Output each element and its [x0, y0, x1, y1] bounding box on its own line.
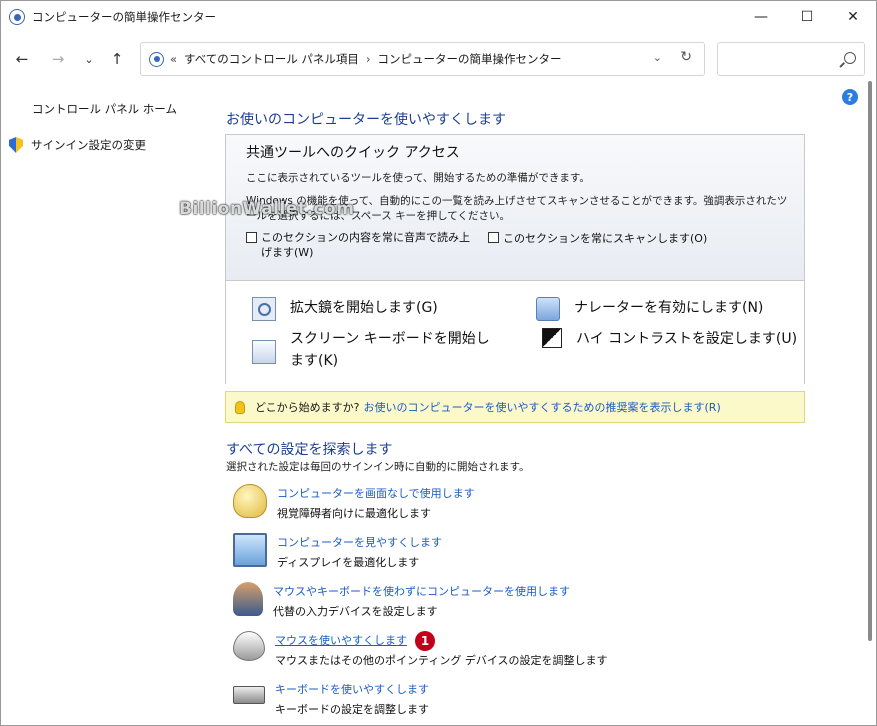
vertical-scrollbar[interactable] — [864, 81, 876, 725]
item-description: 代替の入力デバイスを設定します — [273, 605, 438, 618]
explore-subtitle: 選択された設定は毎回のサインイン時に自動的に開始されます。 — [226, 461, 530, 473]
checkbox-box[interactable] — [246, 232, 257, 243]
list-item: コンピューターを見やすくします ディスプレイを最適化します — [233, 533, 442, 573]
scrollbar-thumb[interactable] — [868, 81, 872, 641]
tool-label: スクリーン キーボードを開始します(K) — [290, 331, 490, 369]
ease-of-access-icon — [149, 51, 164, 67]
use-without-mouse-keyboard-link[interactable]: マウスやキーボードを使わずにコンピューターを使用します — [273, 582, 570, 602]
list-item: キーボードを使いやすくします キーボードの設定を調整します — [233, 680, 429, 720]
recent-locations-button[interactable]: ⌄ — [77, 48, 101, 70]
title-bar: コンピューターの簡単操作センター — ☐ ✕ — [1, 1, 876, 33]
person-headset-icon — [233, 582, 263, 616]
address-dropdown-icon[interactable]: ⌄ — [653, 51, 662, 64]
sidebar-item-label: サインイン設定の変更 — [31, 138, 146, 152]
breadcrumb-separator[interactable]: › — [366, 52, 371, 66]
make-easier-to-see-link[interactable]: コンピューターを見やすくします — [277, 533, 442, 553]
list-item: コンピューターを画面なしで使用します 視覚障碍者向けに最適化します — [233, 484, 475, 524]
make-mouse-easier-link[interactable]: マウスを使いやすくします — [275, 634, 407, 647]
back-button[interactable]: ← — [10, 48, 34, 70]
address-bar[interactable]: « すべてのコントロール パネル項目 › コンピューターの簡単操作センター ⌄ … — [140, 42, 705, 76]
recommendations-link[interactable]: お使いのコンピューターを使いやすくするための推奨案を表示します(R) — [364, 399, 721, 415]
navigation-bar: ← → ⌄ ↑ « すべてのコントロール パネル項目 › コンピューターの簡単操… — [1, 40, 876, 78]
breadcrumb-current[interactable]: コンピューターの簡単操作センター — [378, 51, 562, 67]
minimize-button[interactable]: — — [738, 1, 784, 33]
narrator-icon — [536, 297, 560, 321]
list-item: マウスを使いやすくします 1 マウスまたはその他のポインティング デバイスの設定を… — [233, 631, 608, 671]
forward-button[interactable]: → — [46, 48, 70, 70]
window-title: コンピューターの簡単操作センター — [32, 10, 216, 24]
lightbulb-icon — [235, 400, 245, 414]
shield-icon — [9, 137, 23, 153]
maximize-button[interactable]: ☐ — [784, 1, 830, 33]
quick-access-panel: 共通ツールへのクイック アクセス ここに表示されているツールを使って、開始するた… — [225, 134, 805, 385]
refresh-icon[interactable]: ↻ — [680, 49, 692, 65]
control-panel-window: コンピューターの簡単操作センター — ☐ ✕ ← → ⌄ ↑ « すべてのコント… — [0, 0, 877, 726]
use-without-display-link[interactable]: コンピューターを画面なしで使用します — [277, 484, 475, 504]
magnifier-icon — [252, 297, 276, 321]
help-icon[interactable]: ? — [842, 89, 858, 105]
onscreen-keyboard-icon — [252, 340, 276, 364]
quick-access-instructions: Windows の機能を使って、自動的にこの一覧を読み上げさせてスキャンさせるこ… — [246, 195, 788, 222]
tool-label: ナレーターを有効にします(N) — [574, 300, 764, 316]
tool-label: ハイ コントラストを設定します(U) — [576, 331, 798, 347]
search-icon[interactable] — [844, 52, 856, 64]
set-high-contrast-button[interactable]: ハイ コントラストを設定します(U) — [542, 328, 797, 350]
start-narrator-button[interactable]: ナレーターを有効にします(N) — [536, 297, 763, 321]
item-description: ディスプレイを最適化します — [277, 556, 420, 569]
checkbox-box[interactable] — [488, 232, 499, 243]
breadcrumb-overflow[interactable]: « — [170, 52, 177, 66]
up-button[interactable]: ↑ — [105, 48, 129, 70]
checkbox-label[interactable]: このセクションを常にスキャンします(O) — [503, 230, 707, 260]
start-onscreen-keyboard-button[interactable]: スクリーン キーボードを開始します(K) — [252, 328, 502, 372]
ease-of-access-icon — [9, 9, 25, 25]
item-description: 視覚障碍者向けに最適化します — [277, 507, 431, 520]
breadcrumb-all-items[interactable]: すべてのコントロール パネル項目 — [184, 51, 359, 67]
always-scan-checkbox[interactable]: このセクションを常にスキャンします(O) — [488, 230, 707, 260]
keyboard-icon — [233, 686, 265, 704]
start-magnifier-button[interactable]: 拡大鏡を開始します(G) — [252, 297, 438, 321]
tool-label: 拡大鏡を開始します(G) — [290, 300, 438, 316]
always-read-checkbox[interactable]: このセクションの内容を常に音声で読み上げます(W) — [246, 230, 488, 260]
item-description: マウスまたはその他のポインティング デバイスの設定を調整します — [275, 654, 608, 667]
speech-bubble-icon — [233, 484, 267, 518]
page-title: お使いのコンピューターを使いやすくします — [226, 112, 506, 128]
quick-access-title: 共通ツールへのクイック アクセス — [246, 145, 460, 161]
recommendation-tip: どこから始めますか? お使いのコンピューターを使いやすくするための推奨案を表示し… — [225, 391, 805, 423]
explore-heading: すべての設定を探索します — [226, 442, 393, 458]
sidebar-item-home[interactable]: コントロール パネル ホーム — [32, 101, 177, 117]
step-badge: 1 — [415, 631, 435, 651]
close-button[interactable]: ✕ — [830, 1, 876, 33]
sidebar-item-signin[interactable]: サインイン設定の変更 — [9, 137, 146, 153]
quick-access-description: ここに表示されているツールを使って、開始するための準備ができます。 — [246, 172, 590, 184]
monitor-icon — [233, 533, 267, 567]
checkbox-label[interactable]: このセクションの内容を常に音声で読み上げます(W) — [261, 230, 471, 260]
high-contrast-icon — [542, 328, 562, 348]
make-keyboard-easier-link[interactable]: キーボードを使いやすくします — [275, 680, 429, 700]
mouse-icon — [233, 631, 265, 661]
item-description: キーボードの設定を調整します — [275, 703, 429, 716]
list-item: マウスやキーボードを使わずにコンピューターを使用します 代替の入力デバイスを設定… — [233, 582, 570, 622]
search-box[interactable] — [717, 42, 865, 76]
tip-prefix: どこから始めますか? — [255, 401, 360, 414]
